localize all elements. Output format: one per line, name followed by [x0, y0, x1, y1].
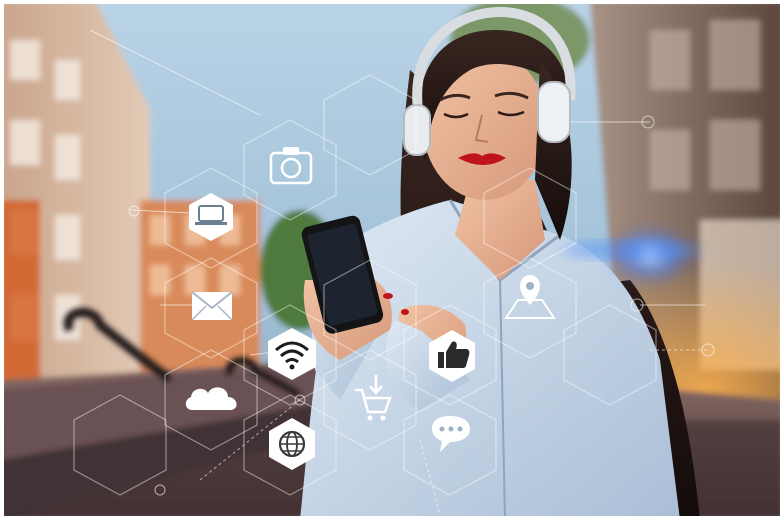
stock-photo	[0, 0, 784, 520]
photo-illustration	[0, 0, 784, 520]
mail-icon[interactable]	[191, 291, 233, 321]
